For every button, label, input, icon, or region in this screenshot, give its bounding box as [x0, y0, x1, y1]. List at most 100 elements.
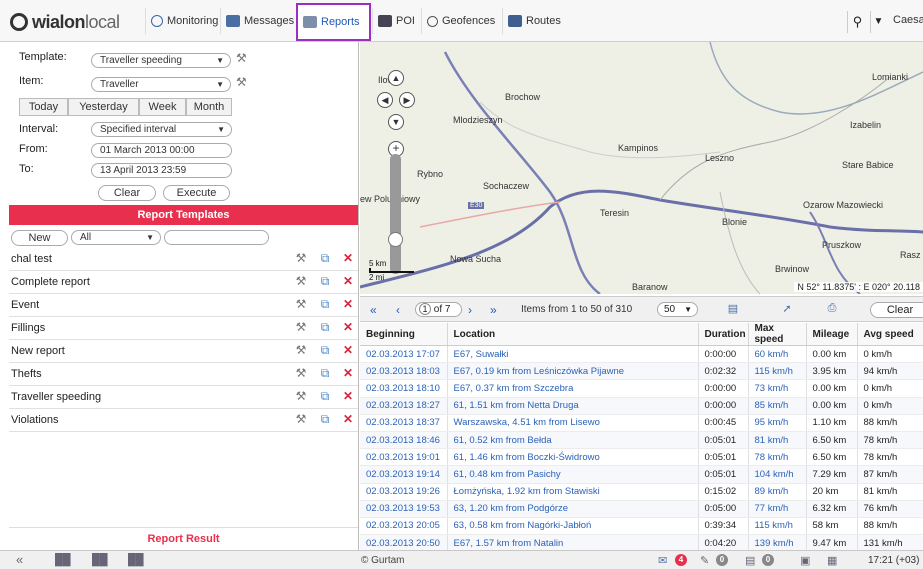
print-icon[interactable]: ⎙: [825, 302, 839, 315]
table-row[interactable]: 02.03.2013 20:05 63, 0.58 km from Nagórki…: [360, 517, 923, 536]
copy-icon[interactable]: ⧉: [318, 412, 332, 426]
copy-icon[interactable]: ⧉: [318, 297, 332, 311]
interval-select[interactable]: Specified interval ▼: [91, 122, 232, 137]
page-input[interactable]: 1 of 7: [415, 302, 462, 317]
table-cell[interactable]: Łomżyńska, 1.92 km from Stawiski: [447, 483, 699, 501]
table-cell[interactable]: 61, 1.51 km from Netta Druga: [447, 397, 699, 415]
template-list-item[interactable]: Fillings ⚒ ⧉ ✕: [9, 317, 358, 340]
table-cell[interactable]: 02.03.2013 18:03: [360, 362, 448, 381]
search-icon[interactable]: ⚲: [847, 11, 867, 33]
collapse-left-icon[interactable]: «: [16, 552, 23, 567]
delete-icon[interactable]: ✕: [341, 366, 355, 380]
template-list-item[interactable]: chal test ⚒ ⧉ ✕: [9, 248, 358, 271]
column-header[interactable]: Duration: [698, 323, 749, 346]
table-cell[interactable]: 02.03.2013 19:01: [360, 448, 448, 467]
table-cell[interactable]: 78 km/h: [748, 448, 807, 467]
table-cell[interactable]: E67, 0.19 km from Leśniczówka Pijawne: [447, 362, 699, 381]
column-header[interactable]: Avg speed: [857, 323, 923, 346]
delete-icon[interactable]: ✕: [341, 412, 355, 426]
column-header[interactable]: Mileage: [806, 323, 858, 346]
table-cell[interactable]: 61, 0.48 km from Pasichy: [447, 465, 699, 484]
events-icon[interactable]: ✎: [700, 554, 709, 567]
table-row[interactable]: 02.03.2013 18:03 E67, 0.19 km from Leśnic…: [360, 362, 923, 381]
table-cell[interactable]: 104 km/h: [748, 465, 807, 484]
next-page-button[interactable]: ›: [468, 303, 472, 317]
range-month-button[interactable]: Month: [186, 98, 232, 116]
delete-icon[interactable]: ✕: [341, 251, 355, 265]
table-cell[interactable]: 02.03.2013 19:53: [360, 500, 448, 518]
delete-icon[interactable]: ✕: [341, 320, 355, 334]
template-filter-select[interactable]: All ▼: [71, 230, 161, 245]
range-week-button[interactable]: Week: [139, 98, 186, 116]
copyright[interactable]: © Gurtam: [361, 555, 405, 566]
first-page-button[interactable]: «: [370, 303, 377, 317]
wrench-icon[interactable]: ⚒: [294, 320, 308, 334]
nav-monitoring[interactable]: Monitoring: [145, 8, 223, 34]
table-cell[interactable]: 63, 0.58 km from Nagórki-Jabłoń: [447, 517, 699, 536]
delete-icon[interactable]: ✕: [341, 389, 355, 403]
table-cell[interactable]: 02.03.2013 18:27: [360, 397, 448, 415]
pan-up-button[interactable]: ▲: [388, 70, 404, 86]
zoom-slider[interactable]: [390, 154, 401, 274]
wrench-icon[interactable]: ⚒: [294, 389, 308, 403]
copy-icon[interactable]: ⧉: [318, 343, 332, 357]
table-cell[interactable]: 89 km/h: [748, 483, 807, 501]
template-search-input[interactable]: [164, 230, 269, 245]
table-cell[interactable]: 61, 1.46 km from Boczki-Świdrowo: [447, 448, 699, 467]
item-select[interactable]: Traveller ▼: [91, 77, 231, 92]
new-template-button[interactable]: New: [11, 230, 68, 246]
range-yesterday-button[interactable]: Yesterday: [68, 98, 139, 116]
copy-icon[interactable]: ⧉: [318, 389, 332, 403]
delete-icon[interactable]: ✕: [341, 297, 355, 311]
pan-left-button[interactable]: ◀: [377, 92, 393, 108]
table-cell[interactable]: 02.03.2013 18:10: [360, 379, 448, 398]
wrench-icon[interactable]: ⚒: [236, 51, 250, 65]
table-row[interactable]: 02.03.2013 19:53 63, 1.20 km from Podgórz…: [360, 500, 923, 518]
table-row[interactable]: 02.03.2013 18:46 61, 0.52 km from Bełda 0:…: [360, 431, 923, 450]
table-cell[interactable]: 02.03.2013 17:07: [360, 345, 448, 364]
range-today-button[interactable]: Today: [19, 98, 68, 116]
map-view[interactable]: Ilow Brochow Mlodzieszyn Kampinos Leszno…: [360, 42, 923, 294]
template-list-item[interactable]: Event ⚒ ⧉ ✕: [9, 294, 358, 317]
layers-icon[interactable]: ▦: [827, 554, 837, 567]
pan-down-button[interactable]: ▼: [388, 114, 404, 130]
table-cell[interactable]: 85 km/h: [748, 397, 807, 415]
template-list-item[interactable]: Traveller speeding ⚒ ⧉ ✕: [9, 386, 358, 409]
nav-routes[interactable]: Routes: [502, 8, 566, 34]
last-page-button[interactable]: »: [490, 303, 497, 317]
pan-right-button[interactable]: ▶: [399, 92, 415, 108]
table-cell[interactable]: 02.03.2013 19:26: [360, 483, 448, 501]
column-header[interactable]: Beginning: [360, 323, 448, 346]
wrench-icon[interactable]: ⚒: [294, 343, 308, 357]
copy-icon[interactable]: ⧉: [318, 320, 332, 334]
column-header[interactable]: Max speed: [748, 323, 807, 346]
table-row[interactable]: 02.03.2013 18:27 61, 1.51 km from Netta D…: [360, 397, 923, 415]
nav-messages[interactable]: Messages: [220, 8, 299, 34]
delete-icon[interactable]: ✕: [341, 274, 355, 288]
template-select[interactable]: Traveller speeding ▼: [91, 53, 231, 68]
unit-add-icon[interactable]: ██: [128, 554, 144, 566]
table-cell[interactable]: 02.03.2013 20:05: [360, 517, 448, 536]
prev-page-button[interactable]: ‹: [396, 303, 400, 317]
notification-icon[interactable]: ✉: [658, 554, 667, 567]
clear-results-button[interactable]: Clear: [870, 302, 923, 318]
table-cell[interactable]: 81 km/h: [748, 431, 807, 450]
table-cell[interactable]: 115 km/h: [748, 517, 807, 536]
from-field[interactable]: 01 March 2013 00:00: [91, 143, 232, 158]
wrench-icon[interactable]: ⚒: [236, 75, 250, 89]
delete-icon[interactable]: ✕: [341, 343, 355, 357]
wrench-icon[interactable]: ⚒: [294, 297, 308, 311]
table-row[interactable]: 02.03.2013 18:37 Warszawska, 4.51 km from…: [360, 414, 923, 432]
copy-icon[interactable]: ⧉: [318, 274, 332, 288]
table-cell[interactable]: 02.03.2013 18:37: [360, 414, 448, 432]
table-cell[interactable]: 02.03.2013 18:46: [360, 431, 448, 450]
table-cell[interactable]: 115 km/h: [748, 362, 807, 381]
column-header[interactable]: Location: [447, 323, 699, 346]
copy-icon[interactable]: ⧉: [318, 366, 332, 380]
table-cell[interactable]: E67, 0.37 km from Szczebra: [447, 379, 699, 398]
to-field[interactable]: 13 April 2013 23:59: [91, 163, 232, 178]
wrench-icon[interactable]: ⚒: [294, 251, 308, 265]
window-icon[interactable]: ▣: [800, 554, 810, 567]
table-cell[interactable]: E67, Suwałki: [447, 345, 699, 364]
user-name[interactable]: Caesa: [893, 14, 923, 26]
